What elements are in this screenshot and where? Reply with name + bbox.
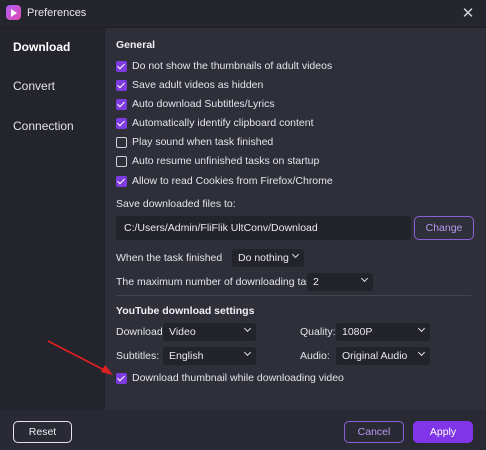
chevron-down-icon [417,324,426,333]
checkbox[interactable] [116,136,127,148]
checkbox[interactable] [116,79,127,91]
checkbox[interactable] [116,155,127,167]
change-path-button[interactable]: Change [414,216,474,240]
chevron-down-icon [360,274,369,283]
window-title: Preferences [27,7,87,19]
subtitles-label: Subtitles: [116,350,160,362]
checkbox[interactable] [116,98,127,110]
checkbox-label: Download thumbnail while downloading vid… [132,372,344,384]
apply-button[interactable]: Apply [413,421,473,443]
task-finished-select[interactable]: Do nothing [232,249,304,267]
quality-value: 1080P [342,326,373,338]
checkbox-label: Save adult videos as hidden [132,79,264,91]
close-icon[interactable]: ✕ [458,4,478,24]
section-divider [116,295,471,296]
checkbox[interactable] [116,60,127,72]
sidebar: Download Convert Connection [0,28,105,410]
footer-bar: Reset Cancel Apply [0,410,486,450]
option-read-cookies[interactable]: Allow to read Cookies from Firefox/Chrom… [116,174,333,188]
option-auto-resume[interactable]: Auto resume unfinished tasks on startup [116,154,319,168]
checkbox[interactable] [116,117,127,129]
sidebar-item-convert[interactable]: Convert [13,79,55,93]
cancel-button[interactable]: Cancel [344,421,404,443]
general-section-title: General [116,39,156,51]
chevron-down-icon [243,324,252,333]
reset-button[interactable]: Reset [13,421,72,443]
checkbox[interactable] [116,372,127,384]
settings-panel: General Do not show the thumbnails of ad… [105,28,486,410]
checkbox-label: Do not show the thumbnails of adult vide… [132,60,333,72]
save-location-label: Save downloaded files to: [116,198,236,210]
option-play-sound[interactable]: Play sound when task finished [116,135,273,149]
checkbox[interactable] [116,175,127,187]
sidebar-item-connection[interactable]: Connection [13,119,74,133]
audio-value: Original Audio [342,350,408,362]
audio-label: Audio: [300,350,330,362]
checkbox-label: Play sound when task finished [132,136,274,148]
sidebar-item-download[interactable]: Download [13,40,70,54]
checkbox-label: Automatically identify clipboard content [132,117,314,129]
option-download-thumbnail[interactable]: Download thumbnail while downloading vid… [116,371,344,385]
download-type-value: Video [169,326,196,338]
subtitles-value: English [169,350,204,362]
chevron-down-icon [243,348,252,357]
max-tasks-value: 2 [313,276,319,288]
task-finished-value: Do nothing [238,252,289,264]
option-identify-clipboard[interactable]: Automatically identify clipboard content [116,116,314,130]
quality-label: Quality: [300,326,336,338]
app-logo-icon [6,5,21,20]
max-tasks-select[interactable]: 2 [307,273,373,291]
youtube-section-title: YouTube download settings [116,305,255,317]
download-type-label: Download: [116,326,166,338]
title-bar: Preferences ✕ [0,0,486,28]
option-save-adult-hidden[interactable]: Save adult videos as hidden [116,78,263,92]
chevron-down-icon [417,348,426,357]
save-path-field[interactable]: C:/Users/Admin/FliFlik UltConv/Download [116,216,411,240]
task-finished-label: When the task finished [116,252,223,264]
download-type-select[interactable]: Video [163,323,256,341]
checkbox-label: Auto resume unfinished tasks on startup [132,155,320,167]
subtitles-select[interactable]: English [163,347,256,365]
audio-select[interactable]: Original Audio [336,347,430,365]
max-tasks-label: The maximum number of downloading tasks: [116,276,325,288]
checkbox-label: Allow to read Cookies from Firefox/Chrom… [132,175,333,187]
chevron-down-icon [291,250,300,259]
option-hide-adult-thumbnails[interactable]: Do not show the thumbnails of adult vide… [116,59,332,73]
checkbox-label: Auto download Subtitles/Lyrics [132,98,275,110]
quality-select[interactable]: 1080P [336,323,430,341]
option-auto-download-subtitles[interactable]: Auto download Subtitles/Lyrics [116,97,275,111]
